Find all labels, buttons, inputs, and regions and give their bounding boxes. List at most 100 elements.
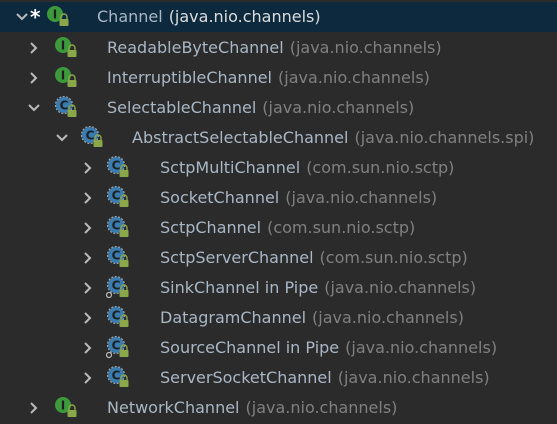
class-name: DatagramChannel: [160, 308, 307, 327]
package-name: (java.nio.channels): [289, 38, 442, 57]
class-name: SctpChannel: [160, 218, 262, 237]
tree-row[interactable]: I ReadableByteChannel (java.nio.channels): [0, 33, 557, 63]
abstract-class-icon: C: [106, 245, 132, 270]
tree-row[interactable]: I InterruptibleChannel (java.nio.channels): [0, 63, 557, 93]
abstract-class-icon: C: [106, 215, 132, 240]
abstract-class-icon: C: [106, 155, 132, 180]
class-name: InterruptibleChannel: [107, 68, 272, 87]
tree-row[interactable]: C DatagramChannel (java.nio.channels): [0, 303, 557, 333]
svg-text:C: C: [60, 99, 69, 113]
class-name: SctpMultiChannel: [160, 158, 301, 177]
svg-text:I: I: [61, 69, 65, 83]
svg-text:C: C: [112, 189, 121, 203]
tree-row-label: InterruptibleChannel (java.nio.channels): [107, 67, 430, 89]
tree-row[interactable]: C AbstractSelectableChannel (java.nio.chan…: [0, 123, 557, 153]
class-name: SinkChannel in Pipe: [160, 278, 319, 297]
interface-icon: I: [54, 36, 80, 60]
svg-text:C: C: [112, 369, 121, 383]
svg-text:I: I: [53, 8, 57, 22]
package-name: (com.sun.nio.sctp): [267, 218, 416, 237]
tree-row-label: SctpMultiChannel (com.sun.nio.sctp): [160, 157, 454, 179]
package-name: (com.sun.nio.sctp): [306, 158, 455, 177]
chevron-right-icon[interactable]: [80, 190, 96, 206]
class-name: ReadableByteChannel: [107, 38, 284, 57]
class-name: SctpServerChannel: [160, 248, 314, 267]
interface-icon: I: [46, 5, 72, 29]
interface-icon: I: [54, 66, 80, 90]
chevron-down-icon[interactable]: [14, 9, 30, 25]
chevron-right-icon[interactable]: [80, 340, 96, 356]
tree-row-label: ReadableByteChannel (java.nio.channels): [107, 37, 442, 59]
tree-row[interactable]: * I Channel (java.nio.channels): [0, 2, 557, 32]
tree-row-label: AbstractSelectableChannel (java.nio.chann…: [132, 127, 534, 149]
chevron-right-icon[interactable]: [80, 220, 96, 236]
abstract-class-icon: C: [106, 185, 132, 210]
abstract-class-icon: C: [80, 125, 106, 150]
tree-row[interactable]: C SctpChannel (com.sun.nio.sctp): [0, 213, 557, 243]
package-name: (java.nio.channels): [345, 338, 498, 357]
package-name: (java.nio.channels.spi): [354, 128, 535, 147]
class-name: SocketChannel: [160, 188, 280, 207]
tree-row[interactable]: C SocketChannel (java.nio.channels): [0, 183, 557, 213]
chevron-right-icon[interactable]: [26, 400, 42, 416]
chevron-right-icon[interactable]: [80, 250, 96, 266]
package-name: (java.nio.channels): [245, 398, 398, 417]
svg-text:C: C: [112, 249, 121, 263]
abstract-class-icon: C: [105, 335, 132, 360]
class-name: Channel: [97, 7, 163, 26]
chevron-right-icon[interactable]: [80, 370, 96, 386]
tree-row-label: SourceChannel in Pipe (java.nio.channels): [160, 337, 497, 359]
tree-row-label: SctpChannel (com.sun.nio.sctp): [160, 217, 415, 239]
svg-text:C: C: [112, 339, 121, 353]
package-name: (java.nio.channels): [312, 308, 464, 327]
class-name: SelectableChannel: [107, 98, 257, 117]
class-name: ServerSocketChannel: [160, 368, 332, 387]
svg-text:C: C: [112, 279, 121, 293]
svg-text:I: I: [61, 399, 65, 413]
package-name: (java.nio.channels): [278, 68, 430, 87]
chevron-down-icon[interactable]: [26, 100, 42, 116]
tree-row-label: ServerSocketChannel (java.nio.channels): [160, 367, 490, 389]
type-hierarchy-tree: * I Channel (java.nio.channels) I ReadableByt…: [0, 0, 557, 417]
package-name: (com.sun.nio.sctp): [319, 248, 468, 267]
svg-text:C: C: [112, 159, 121, 173]
tree-row-label: DatagramChannel (java.nio.channels): [160, 307, 464, 329]
abstract-class-icon: C: [105, 275, 132, 300]
abstract-class-icon: C: [54, 95, 80, 120]
tree-row-label: SelectableChannel (java.nio.channels): [107, 97, 414, 119]
class-name: AbstractSelectableChannel: [132, 128, 349, 147]
tree-row-label: Channel (java.nio.channels): [97, 6, 321, 28]
tree-row[interactable]: C SourceChannel in Pipe (java.nio.channels…: [0, 333, 557, 363]
tree-row[interactable]: C SctpServerChannel (com.sun.nio.sctp): [0, 243, 557, 273]
abstract-class-icon: C: [106, 305, 132, 330]
tree-row[interactable]: C SctpMultiChannel (com.sun.nio.sctp): [0, 153, 557, 183]
class-name: NetworkChannel: [107, 398, 240, 417]
tree-row[interactable]: C SelectableChannel (java.nio.channels): [0, 93, 557, 123]
focus-star-icon: *: [30, 5, 41, 29]
tree-row-label: NetworkChannel (java.nio.channels): [107, 397, 397, 419]
chevron-right-icon[interactable]: [80, 310, 96, 326]
chevron-right-icon[interactable]: [80, 280, 96, 296]
chevron-down-icon[interactable]: [54, 130, 70, 146]
package-name: (java.nio.channels): [168, 7, 321, 26]
tree-row-label: SocketChannel (java.nio.channels): [160, 187, 437, 209]
package-name: (java.nio.channels): [324, 278, 477, 297]
svg-text:I: I: [61, 39, 65, 53]
tree-row[interactable]: C SinkChannel in Pipe (java.nio.channels): [0, 273, 557, 303]
svg-text:C: C: [112, 309, 121, 323]
tree-row[interactable]: C ServerSocketChannel (java.nio.channels): [0, 363, 557, 393]
package-name: (java.nio.channels): [262, 98, 415, 117]
chevron-right-icon[interactable]: [80, 160, 96, 176]
class-name: SourceChannel in Pipe: [160, 338, 340, 357]
package-name: (java.nio.channels): [285, 188, 438, 207]
chevron-right-icon[interactable]: [26, 70, 42, 86]
interface-icon: I: [54, 396, 80, 420]
package-name: (java.nio.channels): [337, 368, 490, 387]
svg-text:C: C: [86, 129, 95, 143]
svg-text:C: C: [112, 219, 121, 233]
tree-row[interactable]: I NetworkChannel (java.nio.channels): [0, 393, 557, 423]
chevron-right-icon[interactable]: [26, 40, 42, 56]
tree-row-label: SctpServerChannel (com.sun.nio.sctp): [160, 247, 468, 269]
tree-row-label: SinkChannel in Pipe (java.nio.channels): [160, 277, 476, 299]
abstract-class-icon: C: [106, 365, 132, 390]
